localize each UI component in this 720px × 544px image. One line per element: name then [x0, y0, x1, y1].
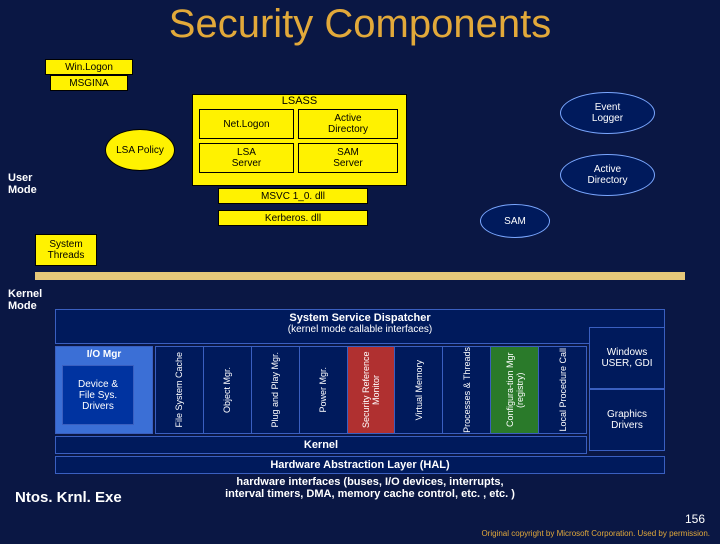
- mode-divider: [35, 272, 685, 280]
- hardware-interfaces-text: hardware interfaces (buses, I/O devices,…: [160, 476, 580, 500]
- active-directory-inner-box: Active Directory: [298, 109, 398, 139]
- msgina-box: MSGINA: [50, 75, 128, 91]
- drivers-box: Device & File Sys. Drivers: [62, 365, 134, 425]
- page-number: 156: [685, 512, 705, 526]
- hal-bar: Hardware Abstraction Layer (HAL): [55, 456, 665, 474]
- kcol-power-mgr: Power Mgr.: [300, 346, 348, 434]
- user-mode-label: User Mode: [8, 172, 37, 196]
- kcol-virtual-memory: Virtual Memory: [395, 346, 443, 434]
- copyright-text: Original copyright by Microsoft Corporat…: [481, 529, 710, 538]
- graphics-drivers-box: Graphics Drivers: [589, 389, 665, 451]
- kcol-security-ref-monitor: Security Reference Monitor: [348, 346, 396, 434]
- right-column: Windows USER, GDI Graphics Drivers: [589, 327, 665, 454]
- dispatcher-title: System Service Dispatcher: [56, 312, 664, 324]
- lsass-title: LSASS: [193, 95, 406, 107]
- kcol-processes-threads: Processes & Threads: [443, 346, 491, 434]
- sam-server-box: SAM Server: [298, 143, 398, 173]
- winlogon-box: Win.Logon: [45, 59, 133, 75]
- lsa-server-box: LSA Server: [199, 143, 294, 173]
- kerberos-box: Kerberos. dll: [218, 210, 368, 226]
- netlogon-box: Net.Logon: [199, 109, 294, 139]
- lsa-policy-oval: LSA Policy: [105, 129, 175, 171]
- windows-user-gdi-box: Windows USER, GDI: [589, 327, 665, 389]
- kcol-config-mgr: Configura-tion Mgr (registry): [491, 346, 539, 434]
- kernel-columns: File System Cache Object Mgr. Plug and P…: [155, 346, 587, 434]
- io-mgr-box: I/O Mgr Device & File Sys. Drivers: [55, 346, 153, 434]
- system-threads-box: System Threads: [35, 234, 97, 266]
- kernel-mode-label: Kernel Mode: [8, 288, 42, 312]
- kcol-lpc: Local Procedure Call: [539, 346, 587, 434]
- dispatcher-panel: System Service Dispatcher (kernel mode c…: [55, 309, 665, 344]
- dispatcher-sub: (kernel mode callable interfaces): [56, 324, 664, 335]
- active-directory-oval: Active Directory: [560, 154, 655, 196]
- sam-oval: SAM: [480, 204, 550, 238]
- ntoskrnl-label: Ntos. Krnl. Exe: [15, 489, 122, 506]
- io-mgr-label: I/O Mgr: [56, 349, 152, 360]
- kcol-plug-play: Plug and Play Mgr.: [252, 346, 300, 434]
- lsass-container: LSASS Net.Logon Active Directory LSA Ser…: [192, 94, 407, 186]
- kcol-file-system-cache: File System Cache: [155, 346, 204, 434]
- kernel-bar: Kernel: [55, 436, 587, 454]
- slide-title: Security Components: [0, 4, 720, 44]
- kcol-object-mgr: Object Mgr.: [204, 346, 252, 434]
- msvc-box: MSVC 1_0. dll: [218, 188, 368, 204]
- event-logger-oval: Event Logger: [560, 92, 655, 134]
